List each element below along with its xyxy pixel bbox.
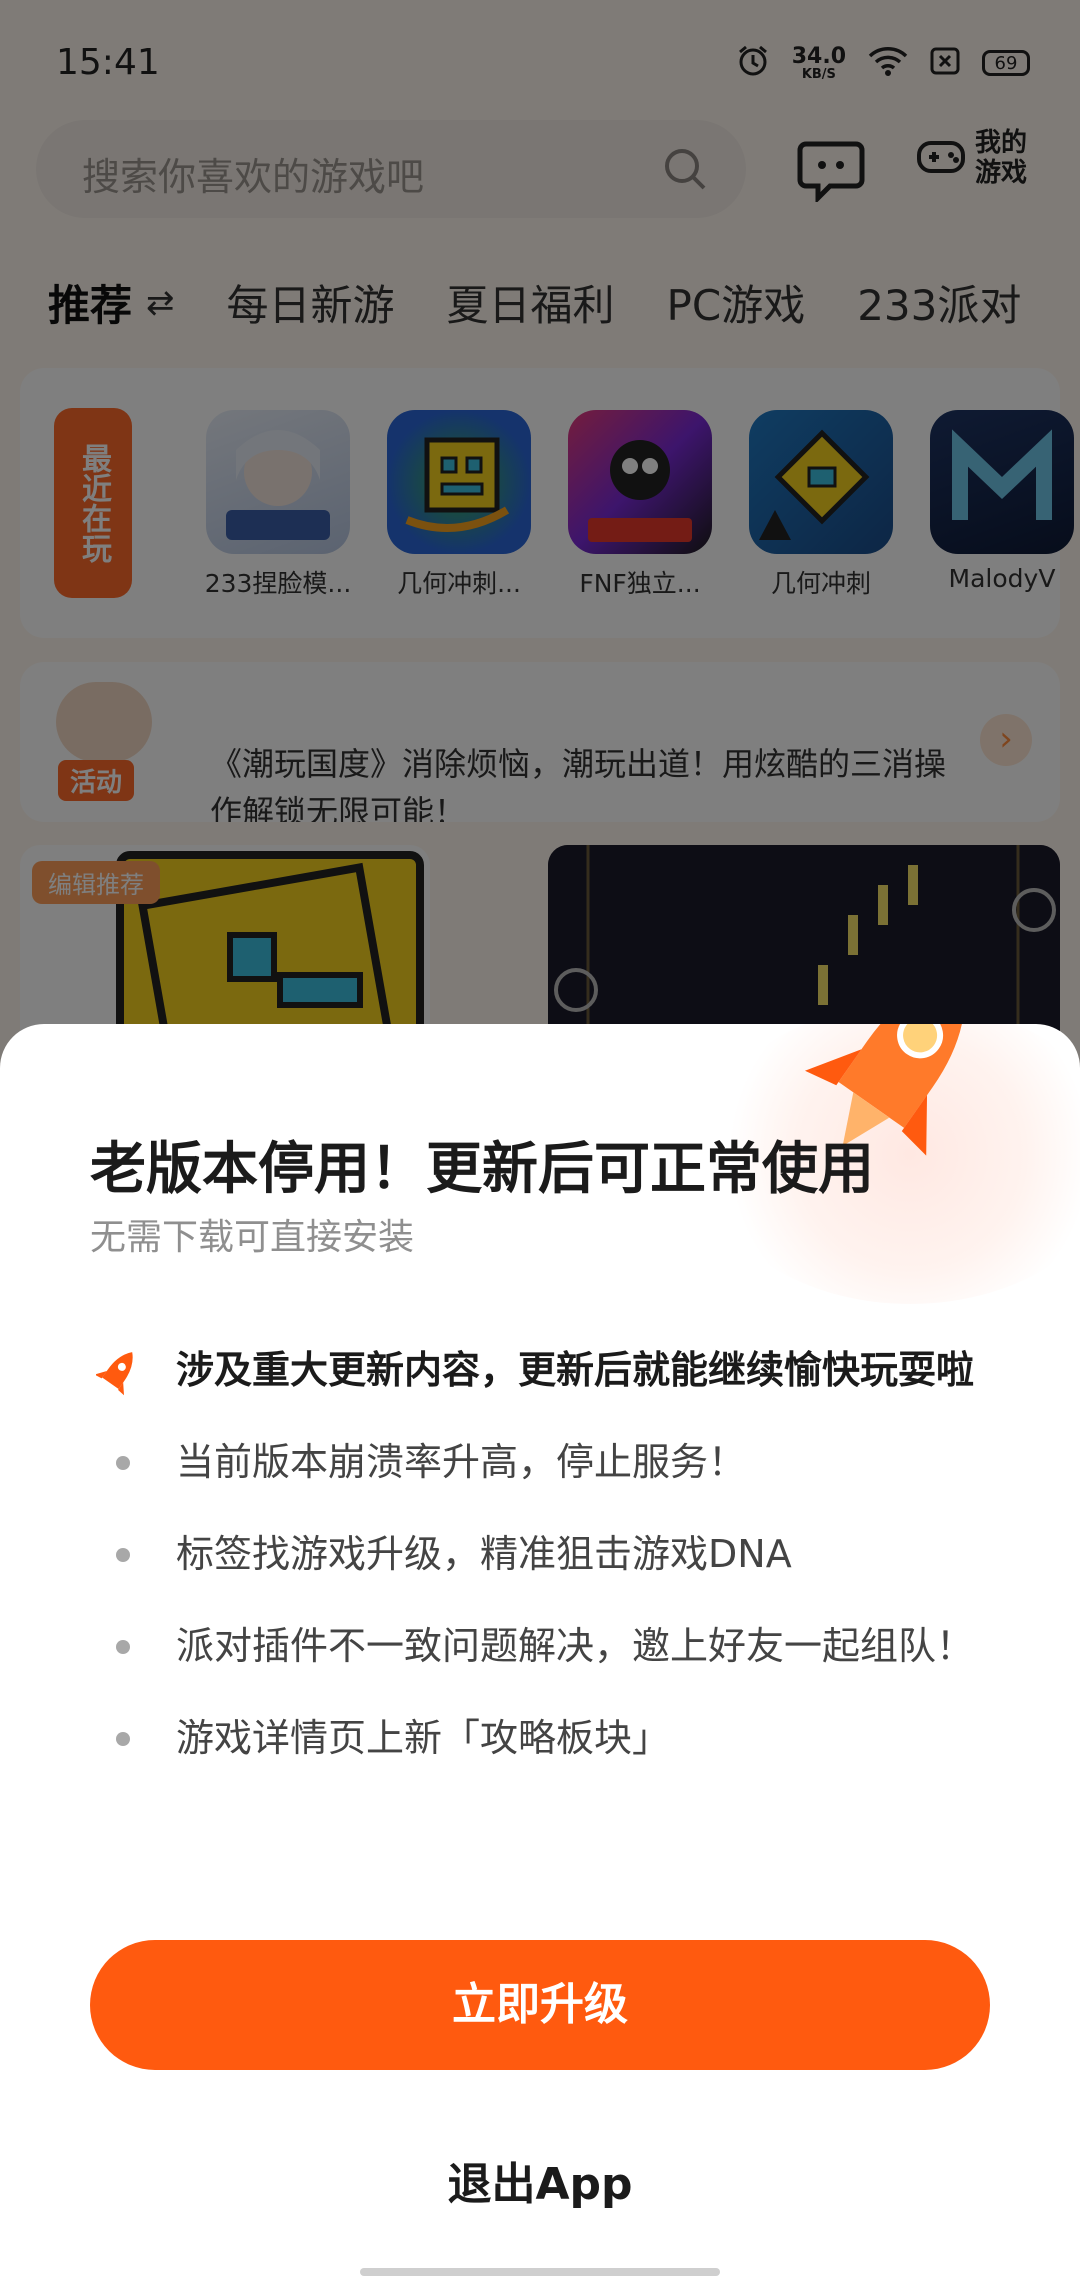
bullet: [116, 1456, 130, 1470]
bullet: [116, 1548, 130, 1562]
update-note-item: 标签找游戏升级，精准狙击游戏DNA: [96, 1526, 1026, 1582]
dialog-subtitle: 无需下载可直接安装: [90, 1217, 415, 1258]
update-notes: 涉及重大更新内容，更新后就能继续愉快玩耍啦 当前版本崩溃率升高，停止服务！ 标签…: [94, 1342, 1026, 1802]
update-note-item: 游戏详情页上新「攻略板块」: [96, 1710, 1026, 1766]
exit-app-button[interactable]: 退出App: [0, 2148, 1080, 2212]
bullet: [116, 1732, 130, 1746]
update-dialog: 老版本停用！更新后可正常使用 无需下载可直接安装 涉及重大更新内容，更新后就能继…: [0, 1024, 1080, 2280]
dialog-title: 老版本停用！更新后可正常使用: [90, 1137, 874, 1202]
upgrade-now-button[interactable]: 立即升级: [90, 1940, 990, 2070]
bullet: [116, 1640, 130, 1654]
update-headline: 涉及重大更新内容，更新后就能继续愉快玩耍啦: [94, 1342, 1026, 1398]
update-note-item: 当前版本崩溃率升高，停止服务！: [96, 1434, 1026, 1490]
update-note-item: 派对插件不一致问题解决，邀上好友一起组队！: [96, 1618, 1026, 1674]
rocket-small-icon: [94, 1346, 142, 1411]
home-indicator[interactable]: [360, 2268, 720, 2276]
